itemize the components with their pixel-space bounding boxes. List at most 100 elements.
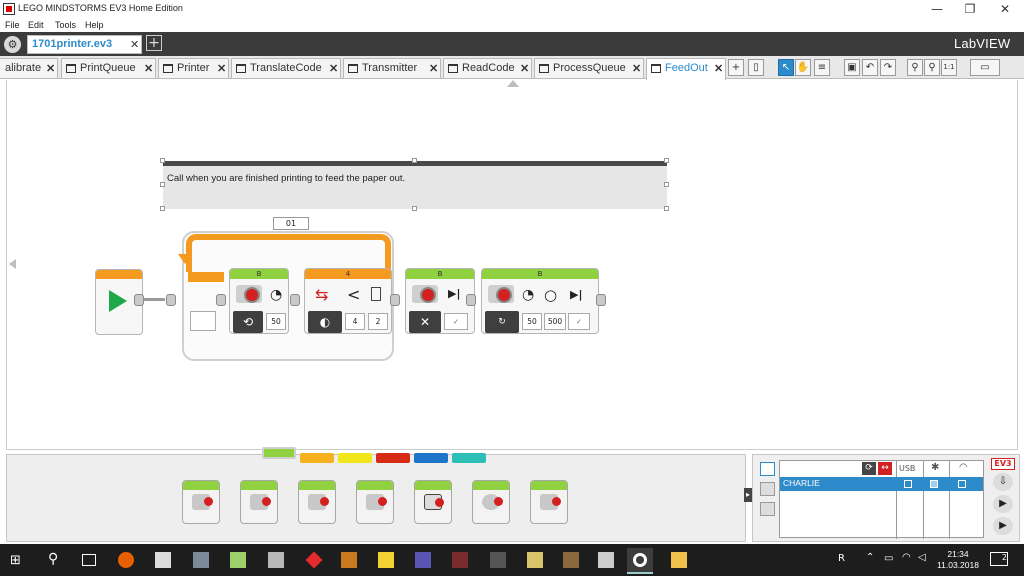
pointer-icon[interactable]: ↖	[778, 59, 794, 76]
zoom-in-icon[interactable]: ⚲	[907, 59, 923, 76]
wifi-checkbox[interactable]	[958, 480, 966, 488]
project-tab[interactable]: 1701printer.ev3 ✕	[27, 35, 142, 54]
tab-calibrate[interactable]: alibrate ✕	[0, 58, 58, 78]
tab-processqueue[interactable]: ProcessQueue ✕	[534, 58, 644, 78]
off-mode-icon[interactable]: ✕	[409, 311, 441, 333]
power-param[interactable]: 50	[522, 313, 542, 330]
app-icon[interactable]	[527, 552, 543, 568]
menu-file[interactable]: File	[5, 20, 20, 30]
tab-feedout[interactable]: FeedOut ✕	[646, 58, 726, 80]
project-settings-icon[interactable]: ⚙	[4, 36, 21, 53]
resize-handle[interactable]	[160, 182, 165, 187]
compare-type-param[interactable]: 4	[345, 313, 365, 330]
large-motor-icon[interactable]	[240, 480, 278, 524]
palette-tab-action[interactable]	[262, 447, 296, 459]
app-icon[interactable]	[193, 552, 209, 568]
start-icon[interactable]: ⊞	[10, 554, 23, 567]
firefox-icon[interactable]	[118, 552, 134, 568]
add-tab-icon[interactable]: +	[728, 59, 744, 76]
run-selected-icon[interactable]: ▶	[993, 517, 1013, 535]
app-icon[interactable]	[490, 552, 506, 568]
palette-tab-sensor[interactable]	[338, 453, 372, 463]
undo-icon[interactable]: ↶	[862, 59, 878, 76]
port-label[interactable]: B	[482, 269, 598, 279]
tab-transmitter[interactable]: Transmitter ✕	[343, 58, 441, 78]
close-project-icon[interactable]: ✕	[130, 38, 139, 51]
resize-handle[interactable]	[412, 158, 417, 163]
sequence-plug[interactable]	[596, 294, 606, 306]
palette-tab-myblocks[interactable]	[452, 453, 486, 463]
content-editor-toggle-icon[interactable]: ▭	[970, 59, 1000, 76]
degrees-param[interactable]: 500	[544, 313, 566, 330]
medium-motor-icon[interactable]	[182, 480, 220, 524]
menu-tools[interactable]: Tools	[55, 20, 76, 30]
close-tab-icon[interactable]: ✕	[714, 62, 723, 75]
resize-handle[interactable]	[160, 158, 165, 163]
brick-row[interactable]: CHARLIE	[780, 477, 983, 491]
restore-button[interactable]: ❐	[953, 0, 987, 18]
mode-selector-icon[interactable]: ◐	[308, 311, 342, 333]
mode-selector-icon[interactable]: ⟲	[233, 311, 263, 333]
expand-hardware-icon[interactable]: ▸	[744, 488, 752, 502]
volume-icon[interactable]: ◁	[918, 552, 926, 563]
port-label[interactable]: B	[230, 269, 288, 279]
port-label[interactable]: B	[406, 269, 474, 279]
sequence-plug[interactable]	[166, 294, 176, 306]
app-icon[interactable]	[563, 552, 579, 568]
usb-checkbox[interactable]	[904, 480, 912, 488]
refresh-icon[interactable]: ⟳	[862, 462, 876, 475]
app-icon[interactable]	[415, 552, 431, 568]
loop-name[interactable]: 01	[273, 217, 309, 230]
brick-status-light-icon[interactable]	[530, 480, 568, 524]
resize-handle[interactable]	[412, 206, 417, 211]
wifi-tray-icon[interactable]: ◠	[902, 552, 911, 563]
close-tab-icon[interactable]: ✕	[429, 62, 438, 75]
tab-printqueue[interactable]: PrintQueue ✕	[61, 58, 156, 78]
add-project-button[interactable]: +	[146, 35, 162, 51]
brake-param-icon[interactable]: ✓	[444, 313, 468, 330]
move-tank-icon[interactable]	[356, 480, 394, 524]
pan-icon[interactable]: ✋	[795, 59, 811, 76]
close-tab-icon[interactable]: ✕	[144, 62, 153, 75]
motor-block-3[interactable]: B ◔ ○ ▶| ↻ 50 500 ✓	[481, 268, 599, 334]
port-view-icon[interactable]	[760, 482, 775, 496]
loop-mode-icon[interactable]	[190, 311, 216, 331]
disconnect-icon[interactable]: ↔	[878, 462, 892, 475]
sequence-plug[interactable]	[290, 294, 300, 306]
task-view-icon[interactable]	[82, 554, 96, 566]
app-icon[interactable]	[341, 552, 357, 568]
compare-block[interactable]: 4 ⇆ < ◐ 4 2	[304, 268, 392, 334]
bluetooth-checkbox[interactable]	[930, 480, 938, 488]
sequence-plug[interactable]	[390, 294, 400, 306]
menu-help[interactable]: Help	[85, 20, 104, 30]
display-icon[interactable]	[414, 480, 452, 524]
scroll-left-icon[interactable]	[9, 259, 16, 269]
app-icon[interactable]	[268, 552, 284, 568]
motor-block-1[interactable]: B ◔ ⟲ 50	[229, 268, 289, 334]
resize-handle[interactable]	[664, 182, 669, 187]
save-icon[interactable]: ▣	[844, 59, 860, 76]
tab-translatecode[interactable]: TranslateCode ✕	[231, 58, 341, 78]
palette-tab-flow[interactable]	[300, 453, 334, 463]
motor-block-2[interactable]: B ▶| ✕ ✓	[405, 268, 475, 334]
available-bricks-icon[interactable]	[760, 502, 775, 516]
threshold-param[interactable]: 2	[368, 313, 388, 330]
tab-printer[interactable]: Printer ✕	[158, 58, 229, 78]
minimize-button[interactable]: —	[920, 0, 954, 18]
sequence-plug[interactable]	[216, 294, 226, 306]
palette-tab-advanced[interactable]	[414, 453, 448, 463]
programming-canvas[interactable]	[6, 80, 1018, 450]
comment-icon[interactable]: ≡	[814, 59, 830, 76]
redo-icon[interactable]: ↷	[880, 59, 896, 76]
power-param[interactable]: 50	[266, 313, 286, 330]
content-editor-icon[interactable]: ▯	[748, 59, 764, 76]
close-button[interactable]: ✕	[988, 0, 1022, 18]
close-tab-icon[interactable]: ✕	[329, 62, 338, 75]
sound-icon[interactable]	[472, 480, 510, 524]
people-icon[interactable]: R	[838, 553, 845, 564]
search-icon[interactable]: ⚲	[48, 551, 58, 567]
resize-handle[interactable]	[664, 206, 669, 211]
notifications-icon[interactable]: 2	[990, 552, 1008, 566]
resize-handle[interactable]	[160, 206, 165, 211]
battery-icon[interactable]: ▭	[884, 553, 893, 564]
